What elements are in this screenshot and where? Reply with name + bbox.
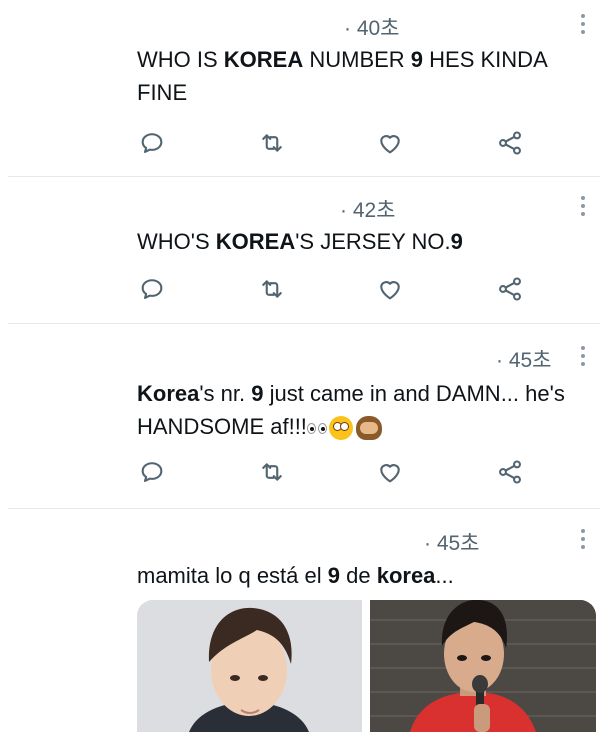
tweet-3[interactable]: · 45초 Korea's nr. 9 just came in and DAM… — [0, 324, 600, 508]
tweet-timestamp[interactable]: · 45초 — [496, 344, 552, 374]
player-press-conference-photo[interactable] — [370, 600, 596, 732]
tweet-text-segment: ... — [435, 563, 454, 588]
tweet-actions — [0, 274, 600, 306]
tweet-text-segment: 9 — [410, 47, 424, 72]
tweet-text-segment: 9 — [450, 229, 463, 254]
tweet-text-segment: korea — [376, 563, 436, 588]
tweet-text-segment: Korea — [137, 381, 200, 406]
tweet-text: WHO IS KOREA NUMBER 9 HES KINDA FINE — [137, 43, 594, 109]
retweet-icon[interactable] — [257, 457, 287, 487]
flushed-face-emoji — [328, 416, 353, 441]
more-options-icon[interactable] — [580, 196, 586, 216]
player-portrait-photo[interactable] — [137, 600, 362, 732]
tweet-2[interactable]: · 42초 WHO'S KOREA'S JERSEY NO.9 — [0, 177, 600, 323]
more-options-icon[interactable] — [580, 346, 586, 366]
tweet-actions — [0, 128, 600, 160]
share-icon[interactable] — [495, 128, 525, 158]
tweet-text-segment: NUMBER — [303, 47, 411, 72]
portrait-figure — [137, 600, 362, 732]
more-options-icon[interactable] — [580, 529, 586, 549]
retweet-icon[interactable] — [257, 274, 287, 304]
tweet-text-segment: de — [340, 563, 377, 588]
tweet-text-segment: KOREA — [223, 47, 304, 72]
press-figure — [370, 600, 596, 732]
reply-icon[interactable] — [137, 457, 167, 487]
tweet-text-segment: mamita lo q está el — [137, 563, 328, 588]
heart-icon[interactable] — [375, 457, 405, 487]
tweet-text: WHO'S KOREA'S JERSEY NO.9 — [137, 225, 590, 258]
more-options-icon[interactable] — [580, 14, 586, 34]
reply-icon[interactable] — [137, 274, 167, 304]
tweet-actions — [0, 457, 600, 489]
tweet-text-segment: 9 — [327, 563, 340, 588]
tweet-timestamp[interactable]: · 42초 — [340, 194, 396, 224]
tweet-timestamp[interactable]: · 45초 — [424, 527, 480, 557]
eyes-emoji — [306, 422, 327, 434]
see-no-evil-monkey-emoji — [355, 416, 382, 441]
heart-icon[interactable] — [375, 274, 405, 304]
tweet-text-segment: WHO IS — [137, 47, 224, 72]
share-icon[interactable] — [495, 457, 525, 487]
tweet-1[interactable]: · 40초 WHO IS KOREA NUMBER 9 HES KINDA FI… — [0, 0, 600, 176]
tweet-text-segment: 'S JERSEY NO. — [295, 229, 451, 254]
retweet-icon[interactable] — [257, 128, 287, 158]
share-icon[interactable] — [495, 274, 525, 304]
heart-icon[interactable] — [375, 128, 405, 158]
tweet-text-segment: KOREA — [215, 229, 296, 254]
tweet-text: Korea's nr. 9 just came in and DAMN... h… — [137, 377, 584, 443]
tweet-text-segment: WHO'S — [137, 229, 216, 254]
tweet-text-segment: 's nr. — [199, 381, 252, 406]
reply-icon[interactable] — [137, 128, 167, 158]
tweet-text: mamita lo q está el 9 de korea... — [137, 559, 590, 592]
tweet-text-segment: 9 — [251, 381, 264, 406]
tweet-timestamp[interactable]: · 40초 — [344, 12, 400, 42]
